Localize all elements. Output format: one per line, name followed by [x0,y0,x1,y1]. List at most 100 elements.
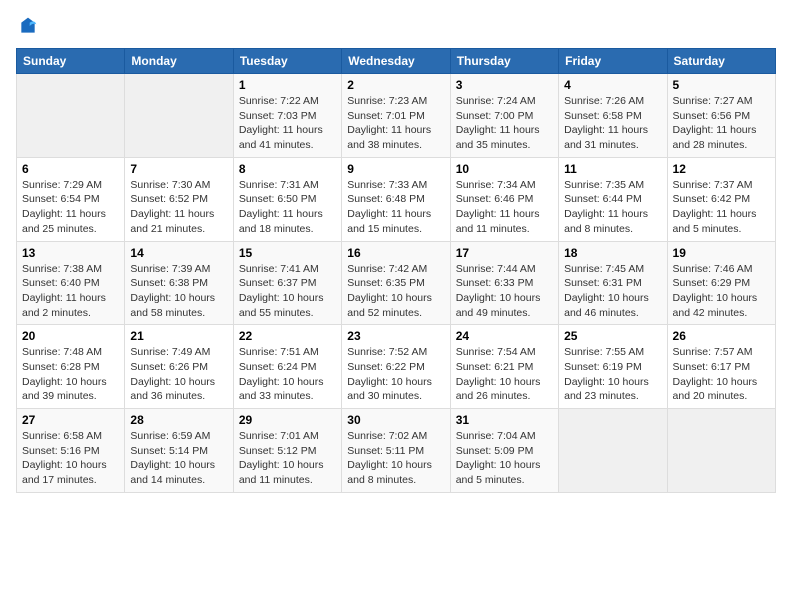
day-info: Sunrise: 7:34 AMSunset: 6:46 PMDaylight:… [456,178,553,237]
calendar-header-sunday: Sunday [17,49,125,74]
day-number: 27 [22,413,119,427]
day-info: Sunrise: 7:45 AMSunset: 6:31 PMDaylight:… [564,262,661,321]
day-number: 9 [347,162,444,176]
calendar-cell: 29 Sunrise: 7:01 AMSunset: 5:12 PMDayligh… [233,409,341,493]
calendar-cell: 18 Sunrise: 7:45 AMSunset: 6:31 PMDayligh… [559,241,667,325]
day-number: 25 [564,329,661,343]
calendar-header-friday: Friday [559,49,667,74]
day-number: 18 [564,246,661,260]
day-number: 10 [456,162,553,176]
day-info: Sunrise: 6:58 AMSunset: 5:16 PMDaylight:… [22,429,119,488]
calendar-cell: 20 Sunrise: 7:48 AMSunset: 6:28 PMDayligh… [17,325,125,409]
day-number: 3 [456,78,553,92]
calendar-week-row: 20 Sunrise: 7:48 AMSunset: 6:28 PMDayligh… [17,325,776,409]
calendar-cell: 22 Sunrise: 7:51 AMSunset: 6:24 PMDayligh… [233,325,341,409]
day-number: 13 [22,246,119,260]
day-info: Sunrise: 7:22 AMSunset: 7:03 PMDaylight:… [239,94,336,153]
day-info: Sunrise: 7:30 AMSunset: 6:52 PMDaylight:… [130,178,227,237]
day-info: Sunrise: 7:42 AMSunset: 6:35 PMDaylight:… [347,262,444,321]
calendar-header-tuesday: Tuesday [233,49,341,74]
day-number: 1 [239,78,336,92]
calendar-cell: 2 Sunrise: 7:23 AMSunset: 7:01 PMDaylight… [342,74,450,158]
calendar-table: SundayMondayTuesdayWednesdayThursdayFrid… [16,48,776,493]
day-info: Sunrise: 7:33 AMSunset: 6:48 PMDaylight:… [347,178,444,237]
calendar-header-monday: Monday [125,49,233,74]
calendar-cell: 9 Sunrise: 7:33 AMSunset: 6:48 PMDaylight… [342,157,450,241]
day-info: Sunrise: 7:48 AMSunset: 6:28 PMDaylight:… [22,345,119,404]
day-info: Sunrise: 7:26 AMSunset: 6:58 PMDaylight:… [564,94,661,153]
day-info: Sunrise: 7:37 AMSunset: 6:42 PMDaylight:… [673,178,770,237]
page-header [16,16,776,36]
day-info: Sunrise: 7:49 AMSunset: 6:26 PMDaylight:… [130,345,227,404]
day-info: Sunrise: 6:59 AMSunset: 5:14 PMDaylight:… [130,429,227,488]
calendar-cell: 7 Sunrise: 7:30 AMSunset: 6:52 PMDaylight… [125,157,233,241]
day-number: 23 [347,329,444,343]
day-number: 21 [130,329,227,343]
day-info: Sunrise: 7:39 AMSunset: 6:38 PMDaylight:… [130,262,227,321]
calendar-cell: 1 Sunrise: 7:22 AMSunset: 7:03 PMDaylight… [233,74,341,158]
calendar-header-wednesday: Wednesday [342,49,450,74]
calendar-cell: 8 Sunrise: 7:31 AMSunset: 6:50 PMDaylight… [233,157,341,241]
calendar-cell [17,74,125,158]
day-info: Sunrise: 7:31 AMSunset: 6:50 PMDaylight:… [239,178,336,237]
day-info: Sunrise: 7:27 AMSunset: 6:56 PMDaylight:… [673,94,770,153]
day-number: 12 [673,162,770,176]
day-info: Sunrise: 7:23 AMSunset: 7:01 PMDaylight:… [347,94,444,153]
day-info: Sunrise: 7:41 AMSunset: 6:37 PMDaylight:… [239,262,336,321]
calendar-cell: 11 Sunrise: 7:35 AMSunset: 6:44 PMDayligh… [559,157,667,241]
calendar-cell: 3 Sunrise: 7:24 AMSunset: 7:00 PMDaylight… [450,74,558,158]
day-info: Sunrise: 7:54 AMSunset: 6:21 PMDaylight:… [456,345,553,404]
calendar-cell: 24 Sunrise: 7:54 AMSunset: 6:21 PMDayligh… [450,325,558,409]
day-info: Sunrise: 7:52 AMSunset: 6:22 PMDaylight:… [347,345,444,404]
logo-icon [18,16,38,36]
day-number: 4 [564,78,661,92]
day-info: Sunrise: 7:44 AMSunset: 6:33 PMDaylight:… [456,262,553,321]
calendar-cell: 15 Sunrise: 7:41 AMSunset: 6:37 PMDayligh… [233,241,341,325]
day-number: 7 [130,162,227,176]
calendar-header-thursday: Thursday [450,49,558,74]
logo [16,16,40,36]
day-number: 16 [347,246,444,260]
calendar-cell: 19Sunrise: 7:46 AMSunset: 6:29 PMDayligh… [667,241,775,325]
day-info: Sunrise: 7:35 AMSunset: 6:44 PMDaylight:… [564,178,661,237]
day-number: 6 [22,162,119,176]
calendar-cell: 13Sunrise: 7:38 AMSunset: 6:40 PMDayligh… [17,241,125,325]
calendar-week-row: 1 Sunrise: 7:22 AMSunset: 7:03 PMDaylight… [17,74,776,158]
day-number: 24 [456,329,553,343]
calendar-cell [559,409,667,493]
day-number: 22 [239,329,336,343]
day-number: 11 [564,162,661,176]
day-number: 28 [130,413,227,427]
day-info: Sunrise: 7:04 AMSunset: 5:09 PMDaylight:… [456,429,553,488]
calendar-cell: 30Sunrise: 7:02 AMSunset: 5:11 PMDayligh… [342,409,450,493]
calendar-cell: 23 Sunrise: 7:52 AMSunset: 6:22 PMDayligh… [342,325,450,409]
calendar-cell: 25Sunrise: 7:55 AMSunset: 6:19 PMDayligh… [559,325,667,409]
calendar-cell: 6Sunrise: 7:29 AMSunset: 6:54 PMDaylight… [17,157,125,241]
calendar-cell: 28 Sunrise: 6:59 AMSunset: 5:14 PMDayligh… [125,409,233,493]
calendar-cell: 5 Sunrise: 7:27 AMSunset: 6:56 PMDaylight… [667,74,775,158]
day-info: Sunrise: 7:51 AMSunset: 6:24 PMDaylight:… [239,345,336,404]
calendar-week-row: 6Sunrise: 7:29 AMSunset: 6:54 PMDaylight… [17,157,776,241]
day-number: 20 [22,329,119,343]
day-info: Sunrise: 7:57 AMSunset: 6:17 PMDaylight:… [673,345,770,404]
day-info: Sunrise: 7:02 AMSunset: 5:11 PMDaylight:… [347,429,444,488]
calendar-cell: 16 Sunrise: 7:42 AMSunset: 6:35 PMDayligh… [342,241,450,325]
calendar-week-row: 13Sunrise: 7:38 AMSunset: 6:40 PMDayligh… [17,241,776,325]
day-number: 29 [239,413,336,427]
calendar-cell: 31Sunrise: 7:04 AMSunset: 5:09 PMDayligh… [450,409,558,493]
calendar-cell: 12 Sunrise: 7:37 AMSunset: 6:42 PMDayligh… [667,157,775,241]
day-number: 26 [673,329,770,343]
day-info: Sunrise: 7:01 AMSunset: 5:12 PMDaylight:… [239,429,336,488]
day-number: 2 [347,78,444,92]
calendar-header-row: SundayMondayTuesdayWednesdayThursdayFrid… [17,49,776,74]
day-number: 19 [673,246,770,260]
day-number: 5 [673,78,770,92]
day-info: Sunrise: 7:24 AMSunset: 7:00 PMDaylight:… [456,94,553,153]
calendar-cell: 14Sunrise: 7:39 AMSunset: 6:38 PMDayligh… [125,241,233,325]
calendar-cell: 17 Sunrise: 7:44 AMSunset: 6:33 PMDayligh… [450,241,558,325]
calendar-cell: 27 Sunrise: 6:58 AMSunset: 5:16 PMDayligh… [17,409,125,493]
day-number: 8 [239,162,336,176]
day-number: 15 [239,246,336,260]
calendar-header-saturday: Saturday [667,49,775,74]
day-number: 17 [456,246,553,260]
